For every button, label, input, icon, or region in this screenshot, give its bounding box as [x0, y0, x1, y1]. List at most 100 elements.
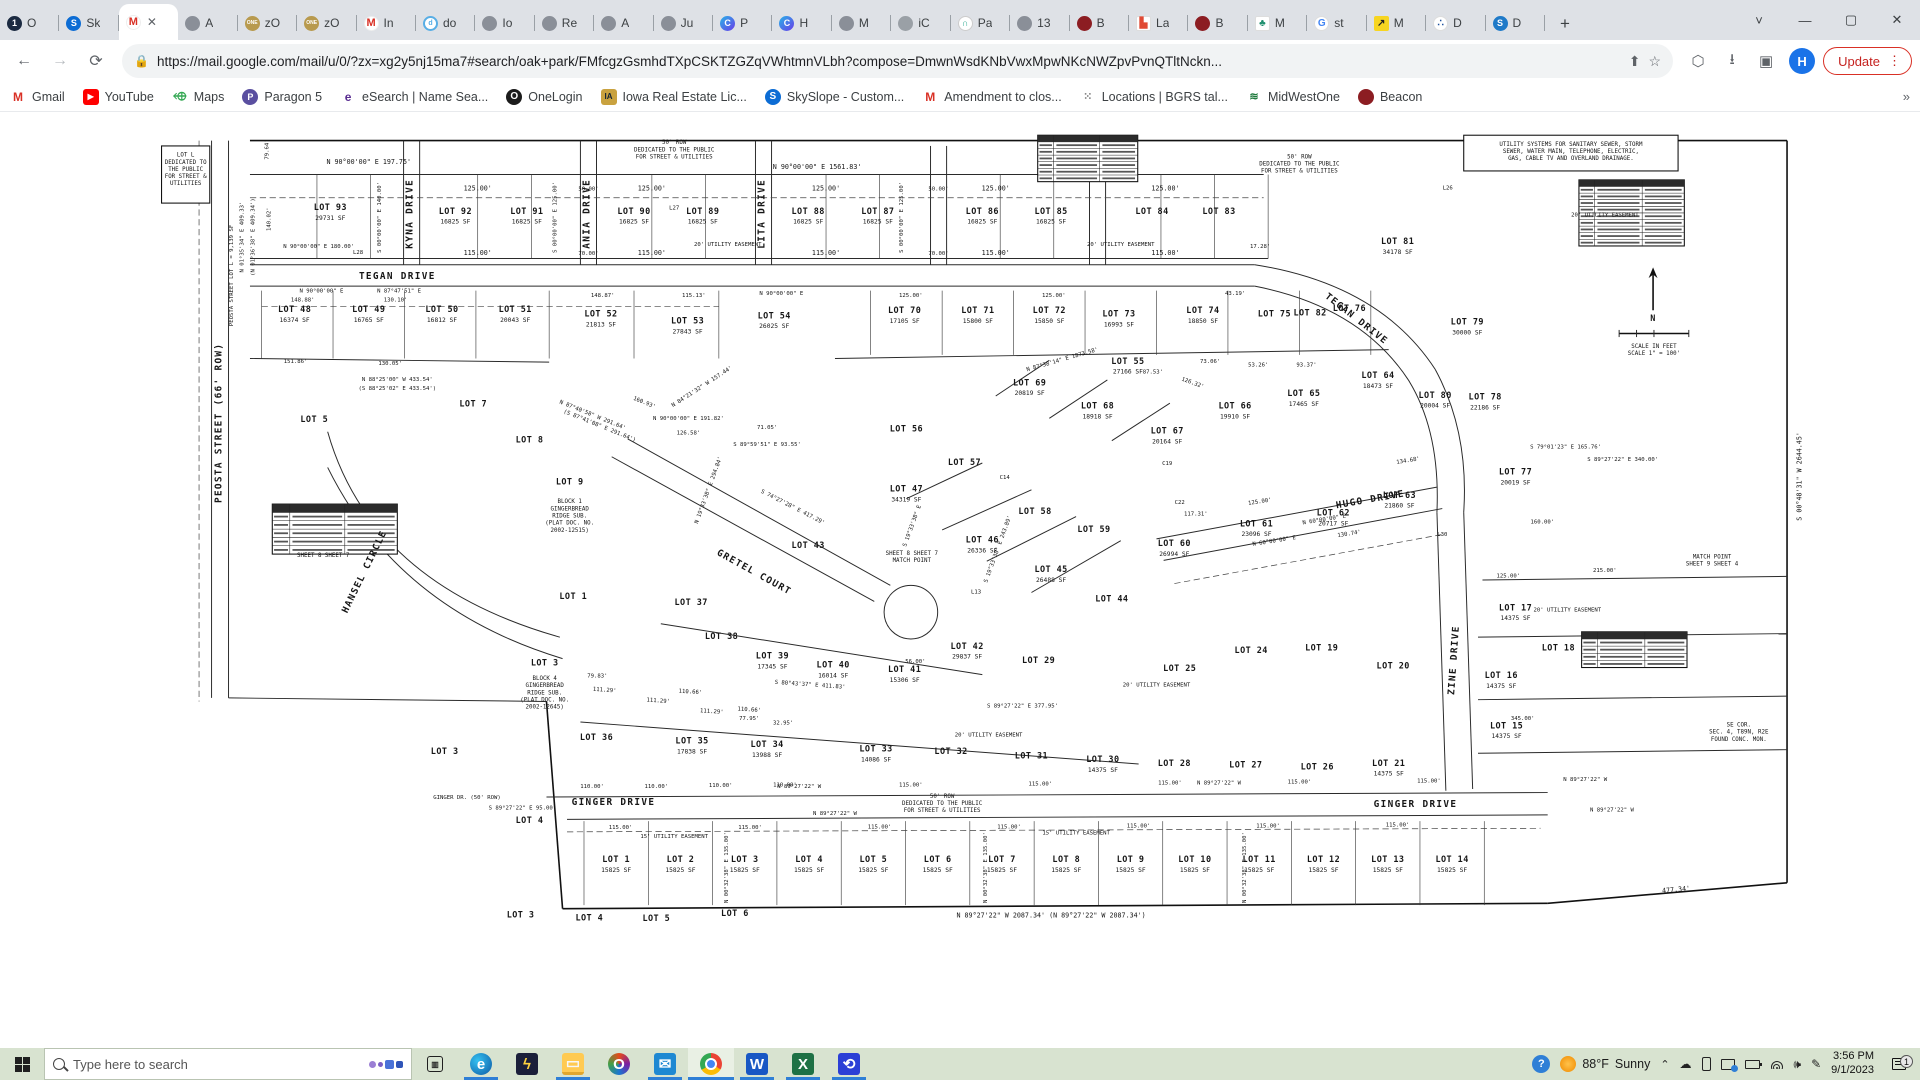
tab-5[interactable]: ONEzO	[297, 6, 356, 40]
tab-8[interactable]: Io	[475, 6, 534, 40]
amend-bookmark-icon: M	[922, 89, 938, 105]
tab-23[interactable]: ↗M	[1367, 6, 1426, 40]
bookmark-iowa-real-estate-lic[interactable]: IAIowa Real Estate Lic...	[601, 89, 747, 105]
dimension-label: N 87°38'14" E 1873.58'	[1026, 347, 1099, 373]
tray-date: 9/1/2023	[1831, 1064, 1874, 1078]
tab-3[interactable]: A	[178, 6, 237, 40]
update-menu-icon[interactable]: ⋮	[1888, 53, 1901, 69]
notification-center-icon[interactable]: 1	[1884, 1058, 1914, 1070]
extensions-icon[interactable]: ⬡	[1683, 46, 1713, 76]
volume-icon[interactable]: 🕪	[1794, 1057, 1802, 1072]
plat-map-document[interactable]: 50' ROWDEDICATED TO THE PUBLICFOR STREET…	[0, 112, 1920, 1048]
taskbar-search-input[interactable]: Type here to search	[44, 1048, 412, 1080]
beacon-favicon-icon	[1195, 16, 1210, 31]
taskbar-app-word[interactable]: W	[734, 1048, 780, 1080]
tab-16[interactable]: ∩Pa	[951, 6, 1010, 40]
bookmark-midwestone[interactable]: ≋MidWestOne	[1246, 89, 1340, 105]
tab-17[interactable]: 13	[1010, 6, 1069, 40]
taskbar-app-excel[interactable]: X	[780, 1048, 826, 1080]
bookmark-onelogin[interactable]: OOneLogin	[506, 89, 582, 105]
tab-1[interactable]: SSk	[59, 6, 118, 40]
tab-25[interactable]: SD	[1486, 6, 1545, 40]
bookmark-locations-bgrs-tal[interactable]: ⁙Locations | BGRS tal...	[1080, 89, 1228, 105]
tab-10[interactable]: A	[594, 6, 653, 40]
dimension-label: 125.00'	[1497, 573, 1521, 579]
lot-64-area: 18473 SF	[1363, 383, 1393, 390]
address-bar[interactable]: 🔒 https://mail.google.com/mail/u/0/?zx=x…	[122, 44, 1673, 78]
onedrive-cloud-icon[interactable]: ☁	[1680, 1057, 1692, 1071]
dimension-label: 20' UTILITY EASEMENT	[1571, 212, 1639, 218]
taskbar-app-file-explorer[interactable]: ▭	[550, 1048, 596, 1080]
tab-24[interactable]: ∴D	[1426, 6, 1485, 40]
bookmark-star-icon[interactable]: ☆	[1649, 53, 1662, 70]
bookmark-youtube[interactable]: ▶YouTube	[83, 89, 154, 105]
bookmark-amendment-to-clos[interactable]: MAmendment to clos...	[922, 89, 1061, 105]
taskbar-app-edge[interactable]: e	[458, 1048, 504, 1080]
get-help-icon[interactable]: ?	[1532, 1055, 1550, 1073]
taskbar-app-office[interactable]: O	[596, 1048, 642, 1080]
taskbar-app-chrome[interactable]	[688, 1048, 734, 1080]
bookmark-gmail[interactable]: MGmail	[10, 89, 65, 105]
maximize-button[interactable]: ▢	[1828, 0, 1874, 40]
lot-8-label: LOT 8	[516, 434, 544, 444]
taskbar-app-sync-app[interactable]: ⟲	[826, 1048, 872, 1080]
tab-15[interactable]: iC	[891, 6, 950, 40]
weather-widget[interactable]: 88°F Sunny	[1560, 1056, 1650, 1072]
lot-67-area: 20164 SF	[1152, 438, 1182, 445]
map-note: (PLAT DOC. NO.	[545, 521, 594, 527]
taskbar-app-task-view[interactable]: ▥	[412, 1048, 458, 1080]
reload-button[interactable]: ⟳	[80, 45, 112, 77]
profile-avatar[interactable]: H	[1789, 48, 1815, 74]
bookmarks-overflow-chevron[interactable]: »	[1903, 89, 1910, 104]
bookmark-esearch-name-sea[interactable]: eeSearch | Name Sea...	[340, 89, 488, 105]
tab-6[interactable]: MIn	[357, 6, 416, 40]
search-daily-image[interactable]	[369, 1060, 403, 1069]
url-text[interactable]: https://mail.google.com/mail/u/0/?zx=xg2…	[157, 54, 1621, 69]
tab-0[interactable]: 1O	[0, 6, 59, 40]
back-button[interactable]: ←	[8, 45, 40, 77]
battery-icon[interactable]	[1745, 1060, 1760, 1069]
tab-18[interactable]: B	[1070, 6, 1129, 40]
bookmark-beacon[interactable]: Beacon	[1358, 89, 1422, 105]
clock-widget[interactable]: 3:56 PM 9/1/2023	[1831, 1050, 1874, 1078]
lock-icon[interactable]: 🔒	[134, 54, 149, 68]
wifi-icon[interactable]	[1770, 1059, 1784, 1069]
side-panel-icon[interactable]: ▣	[1751, 46, 1781, 76]
bookmark-maps[interactable]: ⬲Maps	[172, 89, 225, 105]
tab-7[interactable]: ddo	[416, 6, 475, 40]
new-tab-button[interactable]: +	[1551, 10, 1579, 38]
tab-12[interactable]: CP	[713, 6, 772, 40]
bookmark-paragon-5[interactable]: PParagon 5	[242, 89, 322, 105]
tab-13[interactable]: CH	[772, 6, 831, 40]
downloads-icon[interactable]: ⭳	[1717, 46, 1747, 76]
dimension-label: 134.68'	[1396, 456, 1420, 466]
tab-4[interactable]: ONEzO	[238, 6, 297, 40]
tray-chevron-icon[interactable]: ⌃	[1660, 1058, 1669, 1071]
tab-19[interactable]: ▙La	[1129, 6, 1188, 40]
tab-22[interactable]: Gst	[1307, 6, 1366, 40]
start-button[interactable]	[0, 1048, 44, 1080]
tab-close-icon[interactable]: ✕	[147, 15, 157, 29]
dimension-label: 79.83'	[587, 673, 607, 679]
tab-11[interactable]: Ju	[654, 6, 713, 40]
tab-9[interactable]: Re	[535, 6, 594, 40]
tab-search-chevron-icon[interactable]: ˅	[1736, 0, 1782, 40]
minimize-button[interactable]: —	[1782, 0, 1828, 40]
map-note: DEDICATED TO THE PUBLIC	[1259, 162, 1340, 168]
bookmark-skyslope-custom[interactable]: SSkySlope - Custom...	[765, 89, 904, 105]
tab-20[interactable]: B	[1188, 6, 1247, 40]
chrome-update-button[interactable]: Update ⋮	[1823, 47, 1912, 75]
close-button[interactable]: ✕	[1874, 0, 1920, 40]
pen-icon[interactable]: ✎	[1811, 1057, 1821, 1071]
tab-21[interactable]: ♣M	[1248, 6, 1307, 40]
task-view-icon: ▥	[427, 1056, 443, 1072]
forward-button[interactable]: →	[44, 45, 76, 77]
dimension-label: 17.28'	[1250, 244, 1270, 250]
tab-14[interactable]: M	[832, 6, 891, 40]
share-icon[interactable]: ⬆	[1629, 53, 1641, 70]
display-icon[interactable]	[1721, 1059, 1735, 1070]
taskbar-app-mail[interactable]: ✉	[642, 1048, 688, 1080]
tab-active-gmail[interactable]: M✕	[119, 4, 178, 40]
taskbar-app-teams-dark[interactable]: ϟ	[504, 1048, 550, 1080]
phone-link-icon[interactable]	[1702, 1057, 1711, 1071]
